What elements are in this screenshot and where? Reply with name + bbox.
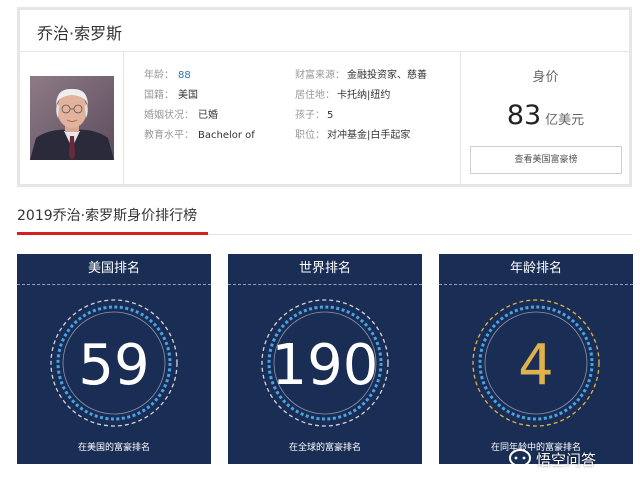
profile-photo xyxy=(30,76,114,160)
info-row-residence: 居住地： 卡托纳|纽约 xyxy=(295,86,427,106)
children-label: 孩子： xyxy=(295,110,325,121)
marital-value: 已婚 xyxy=(198,110,218,121)
net-worth-number: 83 xyxy=(506,100,542,131)
age-label: 年龄： xyxy=(144,70,174,81)
nationality-value: 美国 xyxy=(178,90,198,101)
position-label: 职位： xyxy=(295,130,325,141)
info-left: 年龄： 88 国籍： 美国 婚姻状况： 已婚 教育水平： Bachelor of xyxy=(144,66,255,146)
ranking-title-accent xyxy=(17,232,208,235)
children-value: 5 xyxy=(327,110,334,121)
world-rank-panel: 世界排名 190 在全球的富豪排名 xyxy=(228,254,422,464)
info-row-education: 教育水平： Bachelor of xyxy=(144,126,255,146)
info-row-age: 年龄： 88 xyxy=(144,66,255,86)
info-row-nationality: 国籍： 美国 xyxy=(144,86,255,106)
chat-bubble-icon xyxy=(509,449,531,469)
position-value: 对冲基金|白手起家 xyxy=(327,130,411,141)
profile-name: 乔治·索罗斯 xyxy=(37,24,123,43)
education-value: Bachelor of xyxy=(198,130,255,141)
net-worth-label: 身价 xyxy=(532,70,559,85)
profile-card: 乔治·索罗斯 年龄： 88 国籍： 美国 婚姻状况： 已婚 教育水平： Bach… xyxy=(17,7,632,187)
watermark: 悟空问答 xyxy=(508,446,634,472)
net-worth-value: 83 亿美元 xyxy=(461,100,630,131)
info-row-wealth-source: 财富来源： 金融投资家、慈善 xyxy=(295,66,427,86)
info-row-marital: 婚姻状况： 已婚 xyxy=(144,106,255,126)
wealth-source-value: 金融投资家、慈善 xyxy=(347,70,427,81)
education-label: 教育水平： xyxy=(144,130,194,141)
marital-label: 婚姻状况： xyxy=(144,110,194,121)
us-rank-panel: 美国排名 59 在美国的富豪排名 xyxy=(17,254,211,464)
info-right: 财富来源： 金融投资家、慈善 居住地： 卡托纳|纽约 孩子： 5 职位： 对冲基金|白手… xyxy=(295,66,427,146)
age-rank-ring xyxy=(472,299,600,427)
wealth-source-label: 财富来源： xyxy=(295,70,345,81)
net-worth-unit: 亿美元 xyxy=(545,113,585,128)
photo-box xyxy=(20,52,124,187)
ranking-title: 2019乔治·索罗斯身价排行榜 xyxy=(17,208,198,224)
portrait-image xyxy=(30,76,114,160)
info-row-children: 孩子： 5 xyxy=(295,106,427,126)
nationality-label: 国籍： xyxy=(144,90,174,101)
info-row-position: 职位： 对冲基金|白手起家 xyxy=(295,126,427,146)
us-rank-ring xyxy=(50,299,178,427)
world-rank-ring xyxy=(261,299,389,427)
us-rank-caption: 在美国的富豪排名 xyxy=(77,443,150,453)
view-us-rich-list-button[interactable]: 查看美国富豪榜 xyxy=(470,146,622,174)
net-worth-box: 身价 83 亿美元 查看美国富豪榜 xyxy=(460,52,630,187)
world-rank-caption: 在全球的富豪排名 xyxy=(288,443,361,453)
age-rank-panel: 年龄排名 4 在同年龄中的富豪排名 xyxy=(439,254,633,464)
residence-label: 居住地： xyxy=(295,90,335,101)
profile-body: 年龄： 88 国籍： 美国 婚姻状况： 已婚 教育水平： Bachelor of 财富来… xyxy=(20,52,630,187)
watermark-text: 悟空问答 xyxy=(536,450,597,469)
age-value[interactable]: 88 xyxy=(178,70,191,81)
residence-value: 卡托纳|纽约 xyxy=(337,90,391,101)
